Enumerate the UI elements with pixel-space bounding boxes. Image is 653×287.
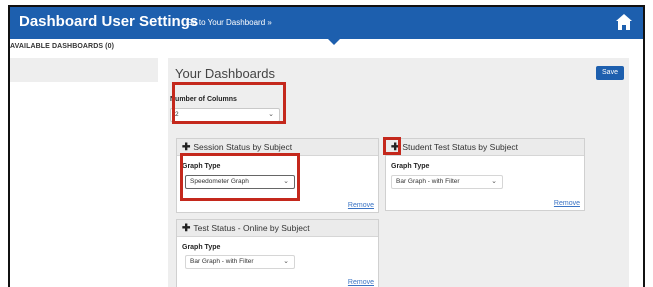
number-of-columns-label: Number of Columns bbox=[170, 96, 237, 103]
chevron-down-icon: ⌄ bbox=[283, 178, 289, 185]
page-title: Dashboard User Settings bbox=[19, 13, 199, 30]
graph-type-value: Bar Graph - with Filter bbox=[396, 178, 460, 185]
dashboard-card-session-status: ✚ Session Status by Subject Graph Type Sp… bbox=[176, 138, 379, 213]
card-header[interactable]: ✚ Session Status by Subject bbox=[177, 139, 378, 156]
card-header[interactable]: ✚ Test Status - Online by Subject bbox=[177, 220, 378, 237]
remove-link[interactable]: Remove bbox=[348, 279, 374, 286]
go-to-dashboard-link[interactable]: Go to Your Dashboard » bbox=[186, 18, 272, 27]
card-header[interactable]: ✚ Student Test Status by Subject bbox=[386, 139, 584, 156]
save-button[interactable]: Save bbox=[596, 66, 624, 80]
card-title: Student Test Status by Subject bbox=[402, 142, 518, 152]
chevron-down-icon: ⌄ bbox=[268, 111, 274, 118]
graph-type-value: Speedometer Graph bbox=[190, 178, 249, 185]
top-bar: Dashboard User Settings Go to Your Dashb… bbox=[10, 7, 643, 39]
number-of-columns-value: 2 bbox=[175, 111, 179, 118]
graph-type-label: Graph Type bbox=[182, 163, 221, 170]
card-title: Test Status - Online by Subject bbox=[193, 223, 310, 233]
graph-type-value: Bar Graph - with Filter bbox=[190, 258, 254, 265]
remove-link[interactable]: Remove bbox=[348, 202, 374, 209]
chevron-down-icon: ⌄ bbox=[491, 178, 497, 185]
remove-link[interactable]: Remove bbox=[554, 200, 580, 207]
card-title: Session Status by Subject bbox=[193, 142, 293, 152]
move-icon[interactable]: ✚ bbox=[391, 142, 399, 153]
dashboard-card-test-status-online: ✚ Test Status - Online by Subject Graph T… bbox=[176, 219, 379, 287]
your-dashboards-title: Your Dashboards bbox=[175, 66, 275, 81]
graph-type-label: Graph Type bbox=[391, 163, 430, 170]
nav-pointer bbox=[326, 37, 342, 45]
graph-type-select[interactable]: Bar Graph - with Filter ⌄ bbox=[391, 175, 503, 189]
graph-type-select[interactable]: Bar Graph - with Filter ⌄ bbox=[185, 255, 295, 269]
number-of-columns-select[interactable]: 2 ⌄ bbox=[170, 108, 280, 122]
move-icon[interactable]: ✚ bbox=[182, 142, 190, 153]
available-dashboards-panel bbox=[10, 58, 158, 82]
move-icon[interactable]: ✚ bbox=[182, 223, 190, 234]
chevron-down-icon: ⌄ bbox=[283, 258, 289, 265]
graph-type-select[interactable]: Speedometer Graph ⌄ bbox=[185, 175, 295, 189]
home-icon[interactable] bbox=[615, 13, 633, 31]
available-dashboards-heading: AVAILABLE DASHBOARDS (0) bbox=[10, 43, 115, 50]
graph-type-label: Graph Type bbox=[182, 244, 221, 251]
dashboard-card-student-test-status: ✚ Student Test Status by Subject Graph Ty… bbox=[385, 138, 585, 211]
